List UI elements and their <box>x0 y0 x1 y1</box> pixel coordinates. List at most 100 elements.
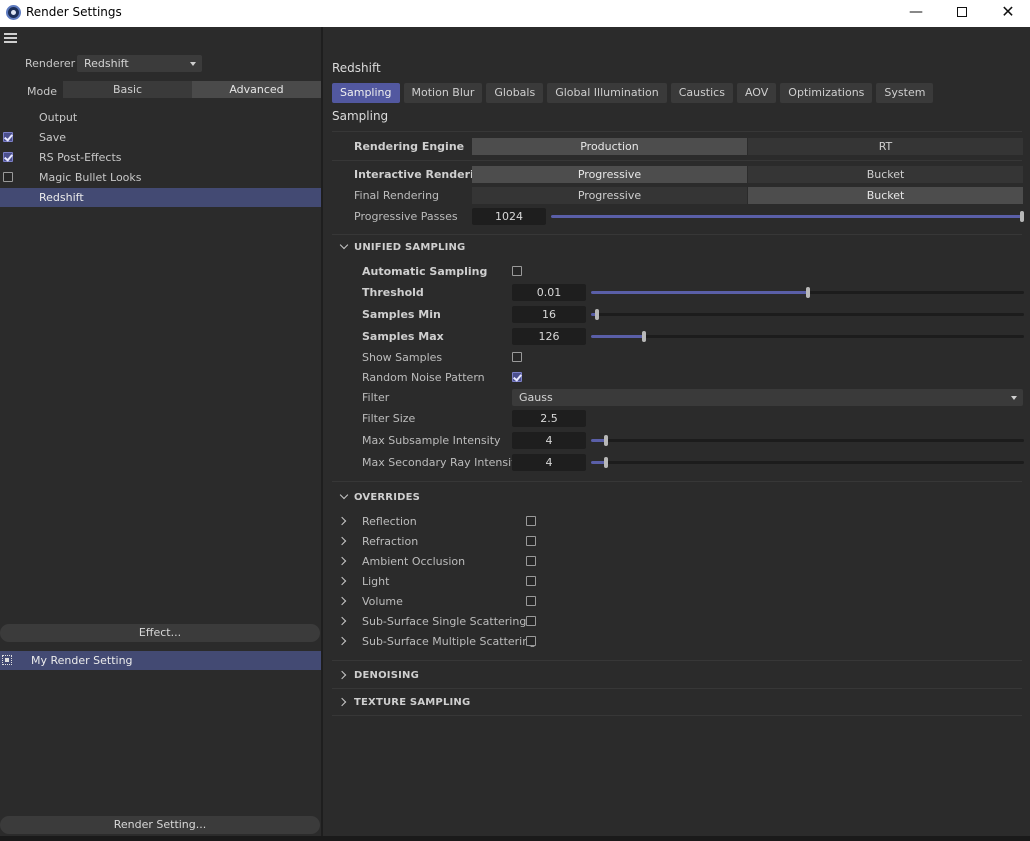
filter-size-field[interactable]: 2.5 <box>512 410 586 427</box>
automatic-sampling-label: Automatic Sampling <box>362 265 488 278</box>
override-light-checkbox[interactable] <box>526 576 536 586</box>
magic-bullet-looks-checkbox[interactable] <box>3 172 13 182</box>
final-bucket[interactable]: Bucket <box>748 187 1023 204</box>
max-secondary-field[interactable]: 4 <box>512 454 586 471</box>
title-bar: Render Settings — ✕ <box>0 0 1030 27</box>
progressive-passes-slider[interactable] <box>551 208 1024 225</box>
threshold-slider[interactable] <box>591 284 1024 301</box>
interactive-bucket[interactable]: Bucket <box>748 166 1023 183</box>
texture-sampling-header[interactable]: TEXTURE SAMPLING <box>354 697 470 708</box>
tree-item-magic-bullet-looks[interactable]: Magic Bullet Looks <box>0 168 321 187</box>
right-panel: Redshift Sampling Motion Blur Globals Gl… <box>325 48 1030 841</box>
samples-max-slider[interactable] <box>591 328 1024 345</box>
effect-button[interactable]: Effect... <box>0 624 320 642</box>
final-progressive[interactable]: Progressive <box>472 187 747 204</box>
samples-min-slider[interactable] <box>591 306 1024 323</box>
divider <box>332 481 1022 482</box>
slider-track <box>591 439 1024 442</box>
timeline-strip <box>0 836 1030 841</box>
mode-basic-button[interactable]: Basic <box>63 81 192 98</box>
tree-item-save[interactable]: Save <box>0 128 321 147</box>
override-refraction-checkbox[interactable] <box>526 536 536 546</box>
tab-motion-blur[interactable]: Motion Blur <box>403 83 483 103</box>
progressive-passes-label: Progressive Passes <box>354 210 458 223</box>
max-subsample-field[interactable]: 4 <box>512 432 586 449</box>
tab-caustics[interactable]: Caustics <box>670 83 733 103</box>
minimize-button[interactable]: — <box>893 0 939 27</box>
override-reflection-checkbox[interactable] <box>526 516 536 526</box>
render-setting-button[interactable]: Render Setting... <box>0 816 320 834</box>
close-button[interactable]: ✕ <box>985 0 1030 27</box>
rendering-engine-production[interactable]: Production <box>472 138 747 155</box>
slider-knob[interactable] <box>604 457 608 468</box>
tree-item-label: Redshift <box>39 191 84 204</box>
cinema4d-app-icon <box>6 5 21 20</box>
show-samples-checkbox[interactable] <box>512 352 522 362</box>
samples-min-label: Samples Min <box>362 308 441 321</box>
override-sss-single-label: Sub-Surface Single Scattering <box>362 615 527 628</box>
samples-max-field[interactable]: 126 <box>512 328 586 345</box>
max-subsample-slider[interactable] <box>591 432 1024 449</box>
chevron-down-icon[interactable] <box>339 490 349 500</box>
tab-optimizations[interactable]: Optimizations <box>780 83 873 103</box>
samples-min-field[interactable]: 16 <box>512 306 586 323</box>
chevron-right-icon[interactable] <box>337 516 347 526</box>
slider-track <box>591 313 1024 316</box>
tree-item-rs-post-effects[interactable]: RS Post-Effects <box>0 148 321 167</box>
override-volume-checkbox[interactable] <box>526 596 536 606</box>
renderer-dropdown[interactable]: Redshift <box>77 55 202 72</box>
overrides-header[interactable]: OVERRIDES <box>354 492 420 503</box>
chevron-right-icon[interactable] <box>337 697 347 707</box>
override-sss-single-checkbox[interactable] <box>526 616 536 626</box>
interactive-progressive[interactable]: Progressive <box>472 166 747 183</box>
chevron-right-icon[interactable] <box>337 636 347 646</box>
maximize-button[interactable] <box>939 0 985 27</box>
random-noise-checkbox[interactable] <box>512 372 522 382</box>
interactive-rendering-selector: Progressive Bucket <box>472 166 1023 183</box>
renderer-value: Redshift <box>84 57 129 70</box>
progressive-passes-field[interactable]: 1024 <box>472 208 546 225</box>
threshold-field[interactable]: 0.01 <box>512 284 586 301</box>
mode-advanced-button[interactable]: Advanced <box>192 81 321 98</box>
unified-sampling-header[interactable]: UNIFIED SAMPLING <box>354 242 465 253</box>
tab-sampling[interactable]: Sampling <box>332 83 400 103</box>
chevron-right-icon[interactable] <box>337 596 347 606</box>
slider-track <box>591 461 1024 464</box>
slider-knob[interactable] <box>604 435 608 446</box>
slider-knob[interactable] <box>1020 211 1024 222</box>
tab-global-illumination[interactable]: Global Illumination <box>547 83 667 103</box>
chevron-down-icon[interactable] <box>339 240 349 250</box>
chevron-right-icon[interactable] <box>337 536 347 546</box>
maximize-icon <box>957 7 967 17</box>
automatic-sampling-checkbox[interactable] <box>512 266 522 276</box>
tree-item-output[interactable]: Output <box>0 108 321 127</box>
render-setting-name: My Render Setting <box>31 654 133 667</box>
save-checkbox[interactable] <box>3 132 13 142</box>
render-setting-item[interactable]: My Render Setting <box>0 651 321 670</box>
slider-knob[interactable] <box>595 309 599 320</box>
chevron-right-icon[interactable] <box>337 556 347 566</box>
slider-knob[interactable] <box>806 287 810 298</box>
menu-icon[interactable] <box>4 33 17 43</box>
slider-fill <box>591 335 644 338</box>
tab-system[interactable]: System <box>876 83 934 103</box>
denoising-header[interactable]: DENOISING <box>354 670 419 681</box>
tab-aov[interactable]: AOV <box>736 83 777 103</box>
show-samples-label: Show Samples <box>362 351 443 364</box>
tab-globals[interactable]: Globals <box>486 83 544 103</box>
chevron-right-icon[interactable] <box>337 576 347 586</box>
tree-item-redshift[interactable]: Redshift <box>0 188 321 207</box>
override-sss-multiple-checkbox[interactable] <box>526 636 536 646</box>
rs-post-effects-checkbox[interactable] <box>3 152 13 162</box>
override-ambient-occlusion-checkbox[interactable] <box>526 556 536 566</box>
chevron-right-icon[interactable] <box>337 616 347 626</box>
filter-label: Filter <box>362 391 390 404</box>
rendering-engine-rt[interactable]: RT <box>748 138 1023 155</box>
override-refraction-label: Refraction <box>362 535 419 548</box>
chevron-right-icon[interactable] <box>337 670 347 680</box>
slider-knob[interactable] <box>642 331 646 342</box>
filter-dropdown[interactable]: Gauss <box>512 389 1023 406</box>
override-light-label: Light <box>362 575 390 588</box>
max-secondary-slider[interactable] <box>591 454 1024 471</box>
max-subsample-label: Max Subsample Intensity <box>362 434 501 447</box>
